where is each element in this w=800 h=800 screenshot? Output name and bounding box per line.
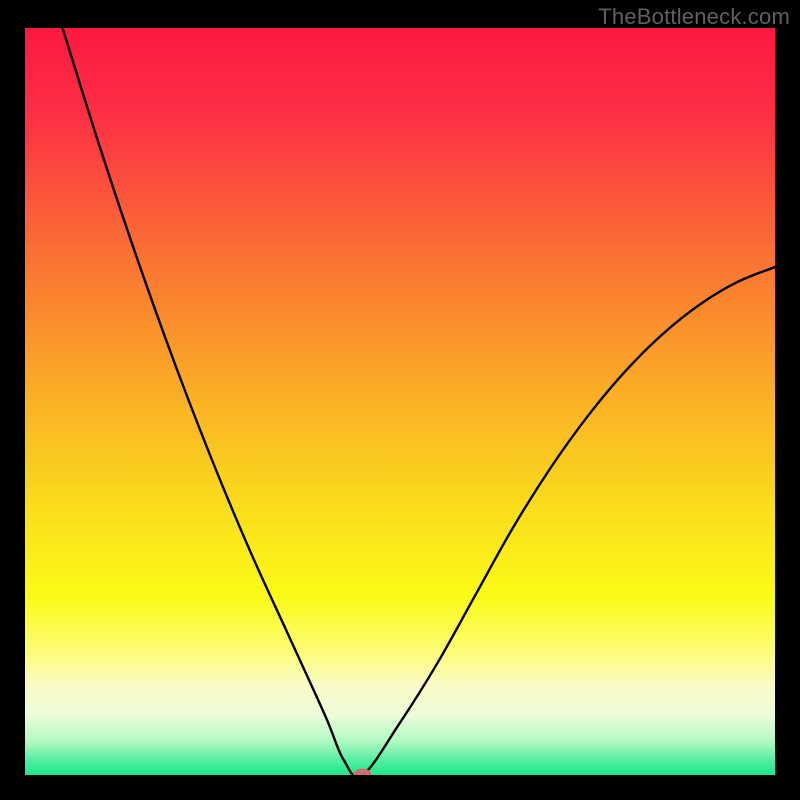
watermark-text: TheBottleneck.com bbox=[598, 4, 790, 30]
chart-svg bbox=[25, 28, 775, 775]
chart-frame: TheBottleneck.com bbox=[0, 0, 800, 800]
chart-plot bbox=[25, 28, 775, 775]
gradient-background bbox=[25, 28, 775, 775]
